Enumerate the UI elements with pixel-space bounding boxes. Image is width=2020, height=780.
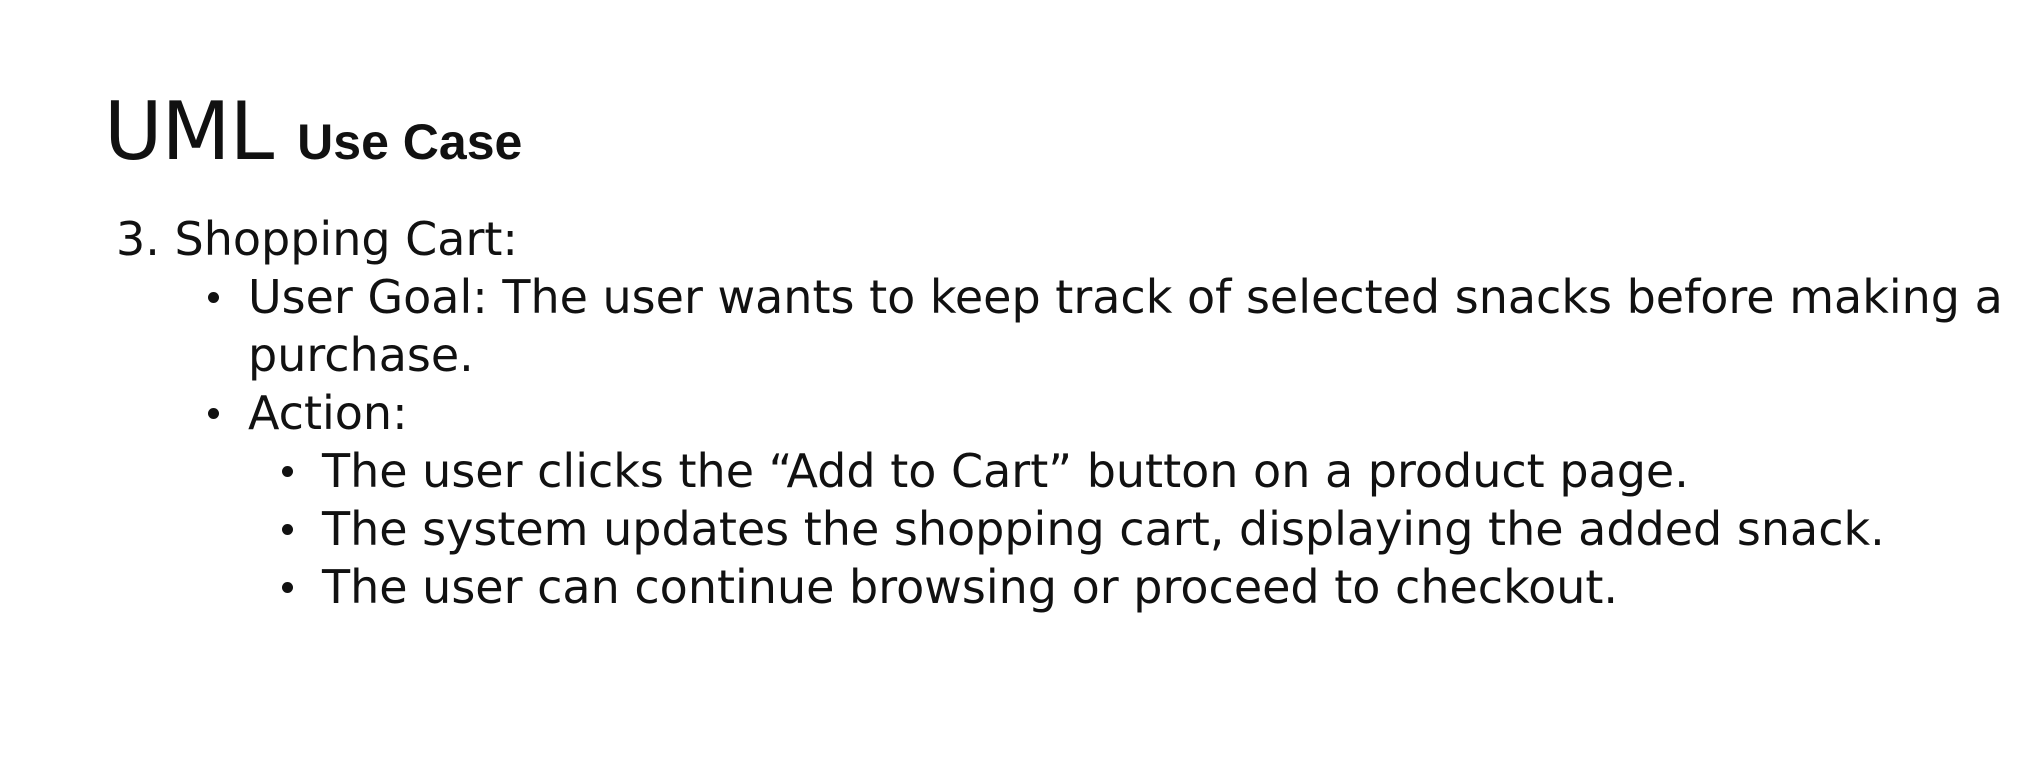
section-title: Shopping Cart: — [174, 212, 518, 266]
list-item-text: The system updates the shopping cart, di… — [322, 502, 1885, 556]
list-item-text: The user clicks the “Add to Cart” button… — [322, 444, 1689, 498]
section-bullet-list: User Goal: The user wants to keep track … — [208, 268, 2003, 616]
list-item-action: Action: The user clicks the “Add to Cart… — [208, 384, 1996, 616]
section-number: 3. — [116, 212, 160, 266]
list-item-user-goal: User Goal: The user wants to keep track … — [208, 268, 2003, 384]
title-subtitle: Use Case — [297, 114, 523, 170]
slide-title: UML Use Case — [104, 92, 522, 172]
title-main: UML — [104, 85, 274, 178]
list-item-text: Action: — [248, 386, 408, 440]
list-item-text: The user can continue browsing or procee… — [322, 560, 1619, 614]
action-sub-list: The user clicks the “Add to Cart” button… — [282, 442, 1996, 616]
list-item: The system updates the shopping cart, di… — [282, 500, 1996, 558]
content-body: 3. Shopping Cart: User Goal: The user wa… — [116, 210, 2003, 616]
section-heading: 3. Shopping Cart: — [116, 210, 1996, 268]
list-item: The user clicks the “Add to Cart” button… — [282, 442, 1996, 500]
slide: UML Use Case 3. Shopping Cart: User Goal… — [0, 0, 2020, 780]
list-item-text: User Goal: The user wants to keep track … — [248, 270, 2003, 382]
list-item: The user can continue browsing or procee… — [282, 558, 1996, 616]
